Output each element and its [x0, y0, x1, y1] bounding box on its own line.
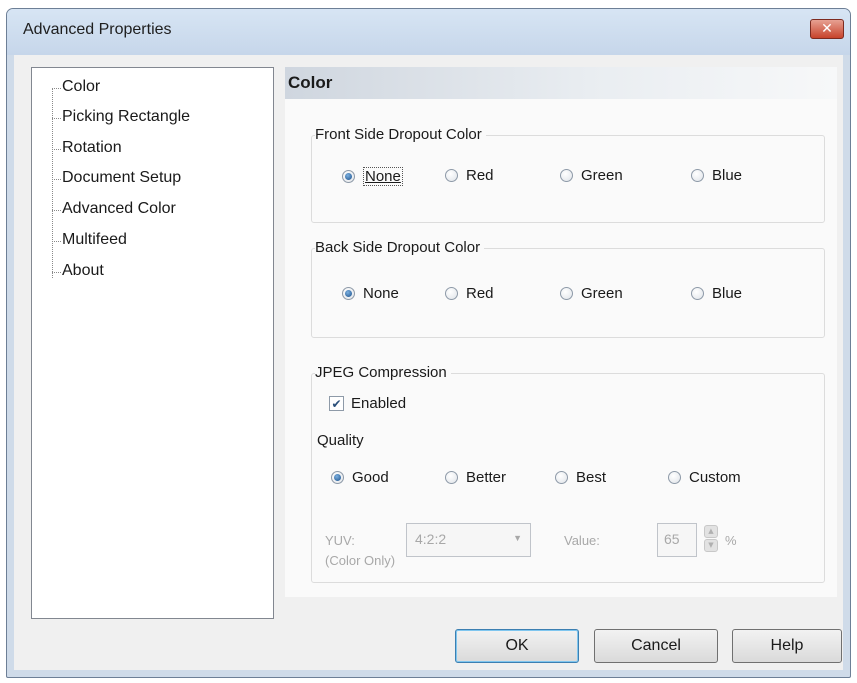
- checkbox-label: Enabled: [351, 395, 407, 412]
- close-button[interactable]: ✕: [810, 19, 844, 39]
- radio-label: Custom: [689, 469, 741, 486]
- radio-label: Red: [466, 167, 494, 184]
- yuv-dropdown[interactable]: 4:2:2 ▼: [406, 523, 531, 557]
- radio-indicator: [342, 170, 355, 183]
- tree-connector: [52, 272, 61, 273]
- tree-item-document-setup[interactable]: Document Setup: [62, 169, 181, 187]
- radio-indicator: [560, 287, 573, 300]
- radio-label: Better: [466, 469, 507, 486]
- percent-label: %: [725, 533, 737, 548]
- tree-item-about[interactable]: About: [62, 262, 104, 280]
- cancel-label: Cancel: [631, 637, 681, 654]
- panel-header: Color: [285, 67, 837, 99]
- jpeg-enabled-checkbox[interactable]: ✔ Enabled: [329, 395, 406, 412]
- value-text: 65: [664, 531, 680, 547]
- radio-indicator: [445, 287, 458, 300]
- color-settings-panel: Color Front Side Dropout Color None Red …: [285, 67, 837, 597]
- cancel-button[interactable]: Cancel: [594, 629, 718, 663]
- tree-item-multifeed[interactable]: Multifeed: [62, 231, 127, 249]
- back-radio-red[interactable]: Red: [445, 285, 494, 302]
- radio-label: Blue: [712, 167, 743, 184]
- value-label: Value:: [564, 533, 600, 548]
- tree-connector: [52, 88, 61, 89]
- quality-label: Quality: [317, 432, 368, 449]
- tree-connector: [52, 210, 61, 211]
- back-dropout-label: Back Side Dropout Color: [315, 239, 485, 256]
- tree-connector: [52, 118, 61, 119]
- title-bar[interactable]: Advanced Properties ✕: [7, 9, 850, 55]
- spin-up-button[interactable]: ▲: [704, 525, 718, 538]
- tree-item-rotation[interactable]: Rotation: [62, 139, 122, 157]
- front-dropout-label: Front Side Dropout Color: [315, 126, 486, 143]
- category-tree[interactable]: Color Picking Rectangle Rotation Documen…: [31, 67, 274, 619]
- radio-indicator: [445, 471, 458, 484]
- arrow-up-icon: ▲: [708, 527, 714, 535]
- front-radio-blue[interactable]: Blue: [691, 167, 742, 184]
- back-radio-green[interactable]: Green: [560, 285, 623, 302]
- yuv-value: 4:2:2: [415, 531, 447, 547]
- ok-label: OK: [505, 637, 529, 654]
- quality-radio-best[interactable]: Best: [555, 469, 606, 486]
- help-label: Help: [770, 637, 804, 654]
- tree-connector: [52, 179, 61, 180]
- quality-radio-better[interactable]: Better: [445, 469, 506, 486]
- radio-label: None: [363, 167, 403, 186]
- close-icon: ✕: [821, 21, 833, 37]
- radio-label: Good: [352, 469, 389, 486]
- radio-indicator: [445, 169, 458, 182]
- tree-connector-line: [52, 88, 53, 278]
- radio-label: Green: [581, 285, 623, 302]
- radio-label: Best: [576, 469, 607, 486]
- tree-connector: [52, 149, 61, 150]
- radio-label: None: [363, 285, 399, 302]
- yuv-note: (Color Only): [325, 553, 396, 568]
- tree-connector: [52, 241, 61, 242]
- tree-item-color[interactable]: Color: [62, 78, 100, 96]
- tree-item-picking-rectangle[interactable]: Picking Rectangle: [62, 108, 190, 126]
- radio-indicator: [691, 169, 704, 182]
- radio-indicator: [668, 471, 681, 484]
- radio-indicator: [691, 287, 704, 300]
- chevron-down-icon: ▼: [513, 533, 522, 543]
- radio-indicator: [342, 287, 355, 300]
- radio-indicator: [555, 471, 568, 484]
- radio-label: Green: [581, 167, 623, 184]
- ok-button[interactable]: OK: [455, 629, 579, 663]
- help-button[interactable]: Help: [732, 629, 842, 663]
- back-radio-none[interactable]: None: [342, 285, 399, 302]
- quality-radio-good[interactable]: Good: [331, 469, 389, 486]
- advanced-properties-dialog: Advanced Properties ✕ Color Picking Rect…: [6, 8, 851, 678]
- radio-label: Red: [466, 285, 494, 302]
- arrow-down-icon: ▼: [708, 541, 714, 549]
- quality-radio-custom[interactable]: Custom: [668, 469, 741, 486]
- window-title: Advanced Properties: [23, 21, 172, 38]
- front-radio-red[interactable]: Red: [445, 167, 494, 184]
- radio-indicator: [560, 169, 573, 182]
- panel-title: Color: [288, 73, 333, 92]
- tree-item-advanced-color[interactable]: Advanced Color: [62, 200, 176, 218]
- dialog-client-area: Color Picking Rectangle Rotation Documen…: [14, 55, 843, 670]
- checkmark-icon: ✔: [329, 396, 344, 411]
- radio-indicator: [331, 471, 344, 484]
- spin-down-button[interactable]: ▼: [704, 539, 718, 552]
- yuv-label: YUV:: [325, 533, 355, 548]
- front-radio-none[interactable]: None: [342, 167, 403, 186]
- back-radio-blue[interactable]: Blue: [691, 285, 742, 302]
- radio-label: Blue: [712, 285, 743, 302]
- jpeg-compression-label: JPEG Compression: [315, 364, 451, 381]
- value-input[interactable]: 65: [657, 523, 697, 557]
- front-radio-green[interactable]: Green: [560, 167, 623, 184]
